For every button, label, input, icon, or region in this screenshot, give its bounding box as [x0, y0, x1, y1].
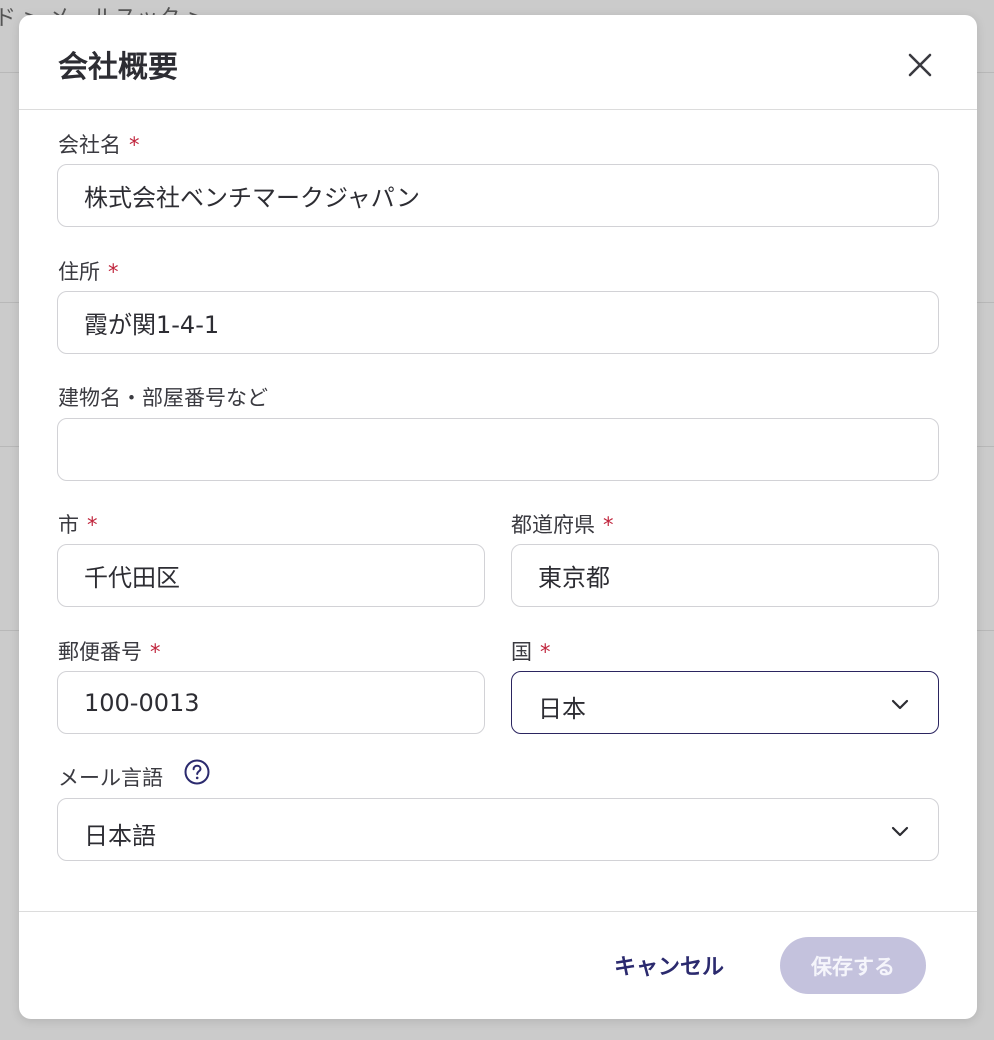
required-marker: *	[87, 513, 98, 537]
chevron-down-icon	[891, 699, 909, 710]
required-marker: *	[150, 640, 161, 664]
modal-title: 会社概要	[58, 50, 178, 85]
modal-footer-divider	[19, 911, 977, 912]
city-input[interactable]	[57, 544, 485, 607]
country-select[interactable]: 日本	[511, 671, 939, 734]
close-icon	[908, 53, 932, 77]
save-button[interactable]: 保存する	[780, 937, 926, 994]
company-name-input[interactable]	[57, 164, 939, 227]
company-profile-modal: 会社概要 会社名* 住所* 建物名・部屋番号など 市* 都道府県* 郵便番号* …	[19, 15, 977, 1019]
prefecture-input[interactable]	[511, 544, 939, 607]
prefecture-label: 都道府県 *	[511, 513, 614, 537]
company-name-label: 会社名 *	[58, 133, 140, 157]
modal-header: 会社概要	[19, 15, 977, 110]
help-button[interactable]	[184, 759, 210, 785]
country-label: 国 *	[511, 640, 551, 664]
address-label: 住所 *	[58, 260, 119, 284]
close-button[interactable]	[903, 48, 937, 82]
country-selected-value: 日本	[538, 695, 586, 723]
email-language-selected-value: 日本語	[84, 822, 156, 850]
city-label: 市 *	[58, 513, 98, 537]
cancel-button[interactable]: キャンセル	[601, 945, 737, 985]
question-circle-icon	[184, 759, 210, 785]
postal-code-input[interactable]	[57, 671, 485, 734]
address-input[interactable]	[57, 291, 939, 354]
required-marker: *	[129, 133, 140, 157]
building-input[interactable]	[57, 418, 939, 481]
email-language-label: メール言語	[58, 766, 163, 790]
required-marker: *	[108, 260, 119, 284]
email-language-select[interactable]: 日本語	[57, 798, 939, 861]
building-label: 建物名・部屋番号など	[58, 386, 268, 410]
postal-code-label: 郵便番号 *	[58, 640, 161, 664]
required-marker: *	[603, 513, 614, 537]
chevron-down-icon	[891, 826, 909, 837]
required-marker: *	[540, 640, 551, 664]
